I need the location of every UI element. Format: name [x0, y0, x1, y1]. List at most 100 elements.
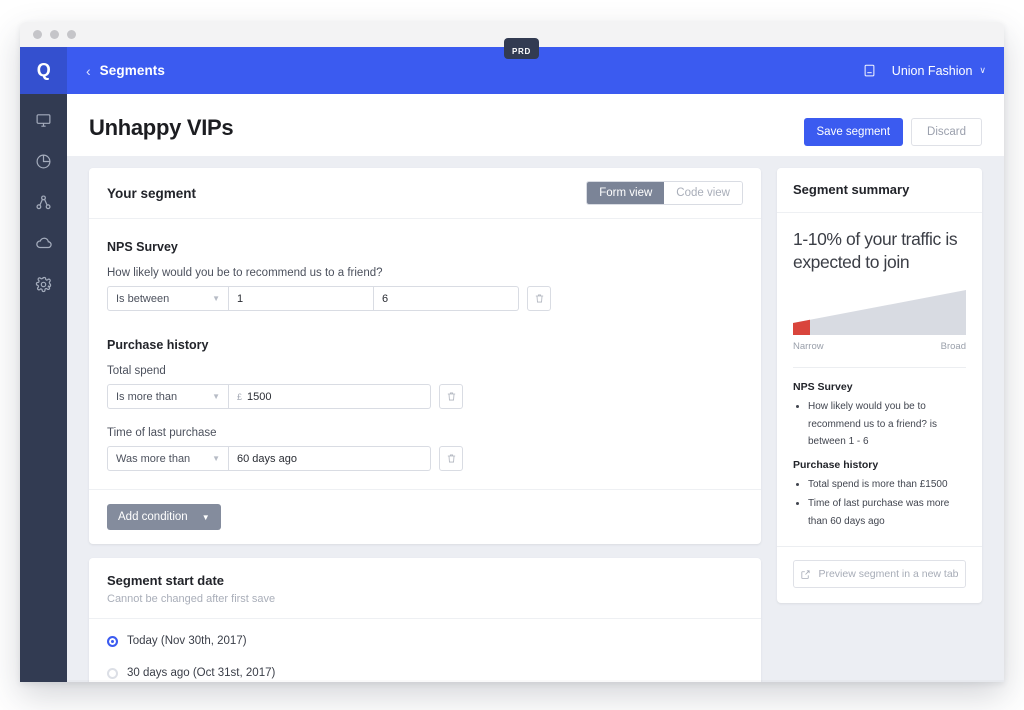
- list-item: Total spend is more than £1500: [808, 476, 966, 494]
- sidebar-item-analytics[interactable]: [34, 151, 54, 171]
- radio-today-label: Today (Nov 30th, 2017): [127, 635, 247, 647]
- operator-select-nps-value: Is between: [116, 292, 170, 305]
- top-bar-right: Union Fashion ∨: [862, 63, 986, 78]
- delete-condition-button-total-spend[interactable]: [439, 384, 463, 409]
- segment-summary-title: Segment summary: [793, 182, 910, 197]
- segment-start-date-title: Segment start date: [107, 573, 225, 588]
- chevron-down-icon: ▼: [212, 391, 220, 401]
- external-link-icon: [801, 570, 811, 579]
- sidebar-rail: Q: [20, 47, 67, 682]
- back-chevron-icon[interactable]: ‹: [86, 64, 91, 78]
- condition-row-last-purchase: Was more than ▼ 60 days ago: [107, 446, 743, 471]
- sidebar-item-data[interactable]: [34, 233, 54, 253]
- condition-row-total-spend: Is more than ▼ £ 1500: [107, 384, 743, 409]
- currency-prefix: £: [237, 391, 243, 402]
- radio-option-30-days-ago[interactable]: 30 days ago (Oct 31st, 2017): [107, 667, 743, 679]
- discard-button[interactable]: Discard: [911, 118, 982, 146]
- sidebar-item-settings[interactable]: [34, 274, 54, 294]
- sidebar-icon-list: [34, 94, 54, 294]
- segment-breadth-gauge: [793, 290, 966, 336]
- sidebar-item-segments[interactable]: [34, 192, 54, 212]
- page-canvas: Your segment Form view Code view NPS Sur…: [67, 156, 1004, 682]
- summary-list-nps: How likely would you be to recommend us …: [793, 398, 966, 451]
- segment-builder-column: Your segment Form view Code view NPS Sur…: [89, 168, 761, 682]
- value-input-nps-min[interactable]: 1: [229, 286, 374, 311]
- operator-select-last-purchase-value: Was more than: [116, 452, 191, 465]
- your-segment-card: Your segment Form view Code view NPS Sur…: [89, 168, 761, 544]
- gear-icon: [35, 276, 52, 292]
- segment-start-date-subtitle: Cannot be changed after first save: [107, 593, 276, 605]
- value-input-nps-max[interactable]: 6: [374, 286, 519, 311]
- pie-chart-icon: [36, 154, 51, 168]
- radio-30-days-indicator[interactable]: [107, 667, 118, 679]
- value-input-last-purchase[interactable]: 60 days ago: [229, 446, 431, 471]
- condition-row-nps: Is between ▼ 1 6: [107, 286, 743, 311]
- segment-summary-body: 1-10% of your traffic is expected to joi…: [777, 213, 982, 546]
- monitor-icon: [36, 113, 51, 127]
- your-segment-card-footer: Add condition ▼: [89, 489, 761, 544]
- add-condition-button[interactable]: Add condition ▼: [107, 504, 221, 530]
- operator-select-last-purchase[interactable]: Was more than ▼: [107, 446, 229, 471]
- condition-label-total-spend: Total spend: [107, 365, 166, 377]
- your-segment-card-header: Your segment Form view Code view: [89, 168, 761, 219]
- condition-controls-last-purchase: Was more than ▼ 60 days ago: [107, 446, 431, 471]
- view-mode-toggle: Form view Code view: [586, 181, 743, 205]
- summary-list-purchase: Total spend is more than £1500 Time of l…: [793, 476, 966, 531]
- environment-badge: PRD: [504, 38, 539, 59]
- main-column: ‹ Segments PRD Union Fashion ∨ Unhappy V…: [67, 38, 1004, 682]
- page-title: Unhappy VIPs: [89, 115, 234, 140]
- window-zoom-button[interactable]: [67, 30, 76, 39]
- gauge-active-segment: [793, 319, 810, 336]
- value-input-nps-min-value: 1: [237, 292, 244, 305]
- tab-form-view[interactable]: Form view: [587, 182, 665, 204]
- book-icon[interactable]: [862, 63, 877, 78]
- app-body: Q ‹ Segments PRD Union Fashion ∨ Unhappy…: [20, 38, 1004, 682]
- cloud-icon: [35, 237, 52, 249]
- sidebar-item-overview[interactable]: [34, 110, 54, 130]
- delete-condition-button-last-purchase[interactable]: [439, 446, 463, 471]
- your-segment-card-body: NPS Survey How likely would you be to re…: [89, 219, 761, 471]
- trash-icon: [535, 294, 543, 303]
- chevron-down-icon: ▼: [201, 512, 210, 522]
- preview-segment-label: Preview segment in a new tab: [818, 568, 959, 581]
- gauge-label-narrow: Narrow: [793, 341, 824, 353]
- list-item: How likely would you be to recommend us …: [808, 398, 966, 451]
- window-close-button[interactable]: [33, 30, 42, 39]
- save-segment-button[interactable]: Save segment: [803, 118, 904, 146]
- chevron-down-icon: ▼: [212, 293, 220, 303]
- value-input-nps-max-value: 6: [382, 292, 389, 305]
- chevron-down-icon: ∨: [979, 65, 986, 75]
- page-header: Unhappy VIPs Save segment Discard: [67, 94, 1004, 156]
- list-item: Time of last purchase was more than 60 d…: [808, 495, 966, 530]
- app-logo[interactable]: Q: [20, 47, 67, 94]
- trash-icon: [447, 392, 455, 401]
- segment-start-date-header: Segment start date Cannot be changed aft…: [89, 558, 761, 619]
- breadcrumb[interactable]: ‹ Segments: [86, 63, 165, 78]
- segment-summary-card: Segment summary 1-10% of your traffic is…: [777, 168, 982, 604]
- value-input-total-spend-value: 1500: [247, 390, 272, 403]
- condition-controls-total-spend: Is more than ▼ £ 1500: [107, 384, 431, 409]
- summary-column: Segment summary 1-10% of your traffic is…: [777, 168, 982, 682]
- segment-summary-header: Segment summary: [777, 168, 982, 213]
- tab-code-view[interactable]: Code view: [664, 182, 742, 204]
- summary-divider: [793, 367, 966, 369]
- segment-start-date-options: Today (Nov 30th, 2017) 30 days ago (Oct …: [89, 619, 761, 682]
- condition-label-last-purchase: Time of last purchase: [107, 427, 217, 439]
- breadcrumb-label: Segments: [99, 63, 165, 78]
- condition-label-nps: How likely would you be to recommend us …: [107, 267, 383, 279]
- segment-start-date-card: Segment start date Cannot be changed aft…: [89, 558, 761, 682]
- operator-select-total-spend[interactable]: Is more than ▼: [107, 384, 229, 409]
- add-condition-label: Add condition: [118, 511, 188, 523]
- your-segment-title: Your segment: [107, 185, 197, 201]
- operator-select-nps[interactable]: Is between ▼: [107, 286, 229, 311]
- radio-option-today[interactable]: Today (Nov 30th, 2017): [107, 635, 743, 647]
- gauge-wedge: [793, 290, 966, 336]
- delete-condition-button-nps[interactable]: [527, 286, 551, 311]
- value-input-total-spend[interactable]: £ 1500: [229, 384, 431, 409]
- browser-window: Q ‹ Segments PRD Union Fashion ∨ Unhappy…: [20, 22, 1004, 682]
- radio-today-indicator[interactable]: [107, 635, 118, 647]
- account-switcher[interactable]: Union Fashion ∨: [892, 64, 986, 78]
- top-navigation-bar: ‹ Segments PRD Union Fashion ∨: [67, 38, 1004, 94]
- window-minimize-button[interactable]: [50, 30, 59, 39]
- preview-segment-button[interactable]: Preview segment in a new tab: [793, 560, 966, 589]
